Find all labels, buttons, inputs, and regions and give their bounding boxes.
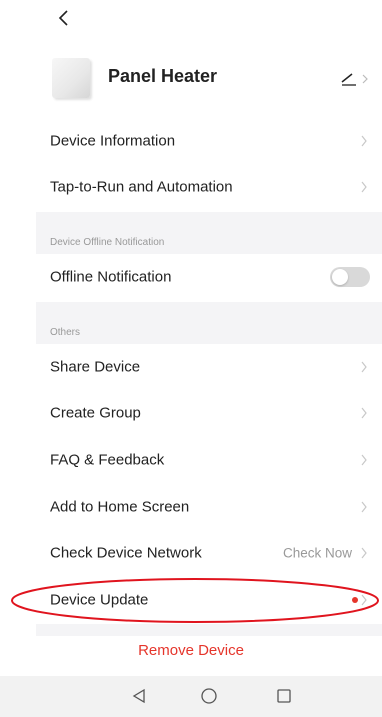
section-title-offline: Device Offline Notification xyxy=(50,237,165,248)
chevron-right-icon xyxy=(361,454,367,466)
nav-home-button[interactable] xyxy=(197,684,221,708)
device-thumbnail xyxy=(52,58,90,98)
remove-device-label: Remove Device xyxy=(138,641,244,659)
share-device-label: Share Device xyxy=(50,358,141,376)
create-group-label: Create Group xyxy=(50,404,141,422)
chevron-right-icon xyxy=(361,547,367,559)
system-nav-bar xyxy=(0,676,382,717)
check-device-network-row[interactable]: Check Device Network Check Now xyxy=(36,530,382,576)
chevron-right-icon xyxy=(361,135,367,147)
circle-home-icon xyxy=(201,688,217,704)
square-recent-icon xyxy=(277,689,291,703)
check-now-link[interactable]: Check Now xyxy=(283,546,352,561)
highlight-ellipse xyxy=(11,578,379,623)
section-divider xyxy=(36,302,382,344)
nav-recent-button[interactable] xyxy=(272,684,296,708)
chevron-right-icon xyxy=(361,361,367,373)
chevron-right-icon xyxy=(361,181,367,193)
section-title-others: Others xyxy=(50,327,81,338)
back-button[interactable] xyxy=(52,4,76,32)
chevron-left-icon xyxy=(58,10,68,26)
faq-feedback-label: FAQ & Feedback xyxy=(50,451,165,469)
device-information-row[interactable]: Device Information xyxy=(36,118,382,164)
add-to-home-screen-row[interactable]: Add to Home Screen xyxy=(36,484,382,530)
tap-to-run-row[interactable]: Tap-to-Run and Automation xyxy=(36,164,382,210)
chevron-right-icon xyxy=(361,501,367,513)
remove-device-button[interactable]: Remove Device xyxy=(0,622,382,678)
offline-notification-row: Offline Notification xyxy=(36,254,382,300)
create-group-row[interactable]: Create Group xyxy=(36,390,382,436)
offline-notification-label: Offline Notification xyxy=(50,268,172,286)
device-header: Panel Heater xyxy=(0,48,382,112)
edit-name-button[interactable] xyxy=(340,68,374,90)
triangle-back-icon xyxy=(132,688,145,704)
check-device-network-label: Check Device Network xyxy=(50,544,202,562)
top-bar xyxy=(0,0,382,40)
chevron-right-icon xyxy=(361,407,367,419)
pencil-icon xyxy=(341,73,368,86)
toggle-knob xyxy=(332,269,348,285)
nav-back-button[interactable] xyxy=(127,684,151,708)
add-to-home-screen-label: Add to Home Screen xyxy=(50,498,190,516)
tap-to-run-label: Tap-to-Run and Automation xyxy=(50,178,233,196)
offline-notification-toggle[interactable] xyxy=(330,267,370,287)
faq-feedback-row[interactable]: FAQ & Feedback xyxy=(36,437,382,483)
share-device-row[interactable]: Share Device xyxy=(36,344,382,390)
device-name: Panel Heater xyxy=(108,66,218,86)
device-information-label: Device Information xyxy=(50,132,176,150)
